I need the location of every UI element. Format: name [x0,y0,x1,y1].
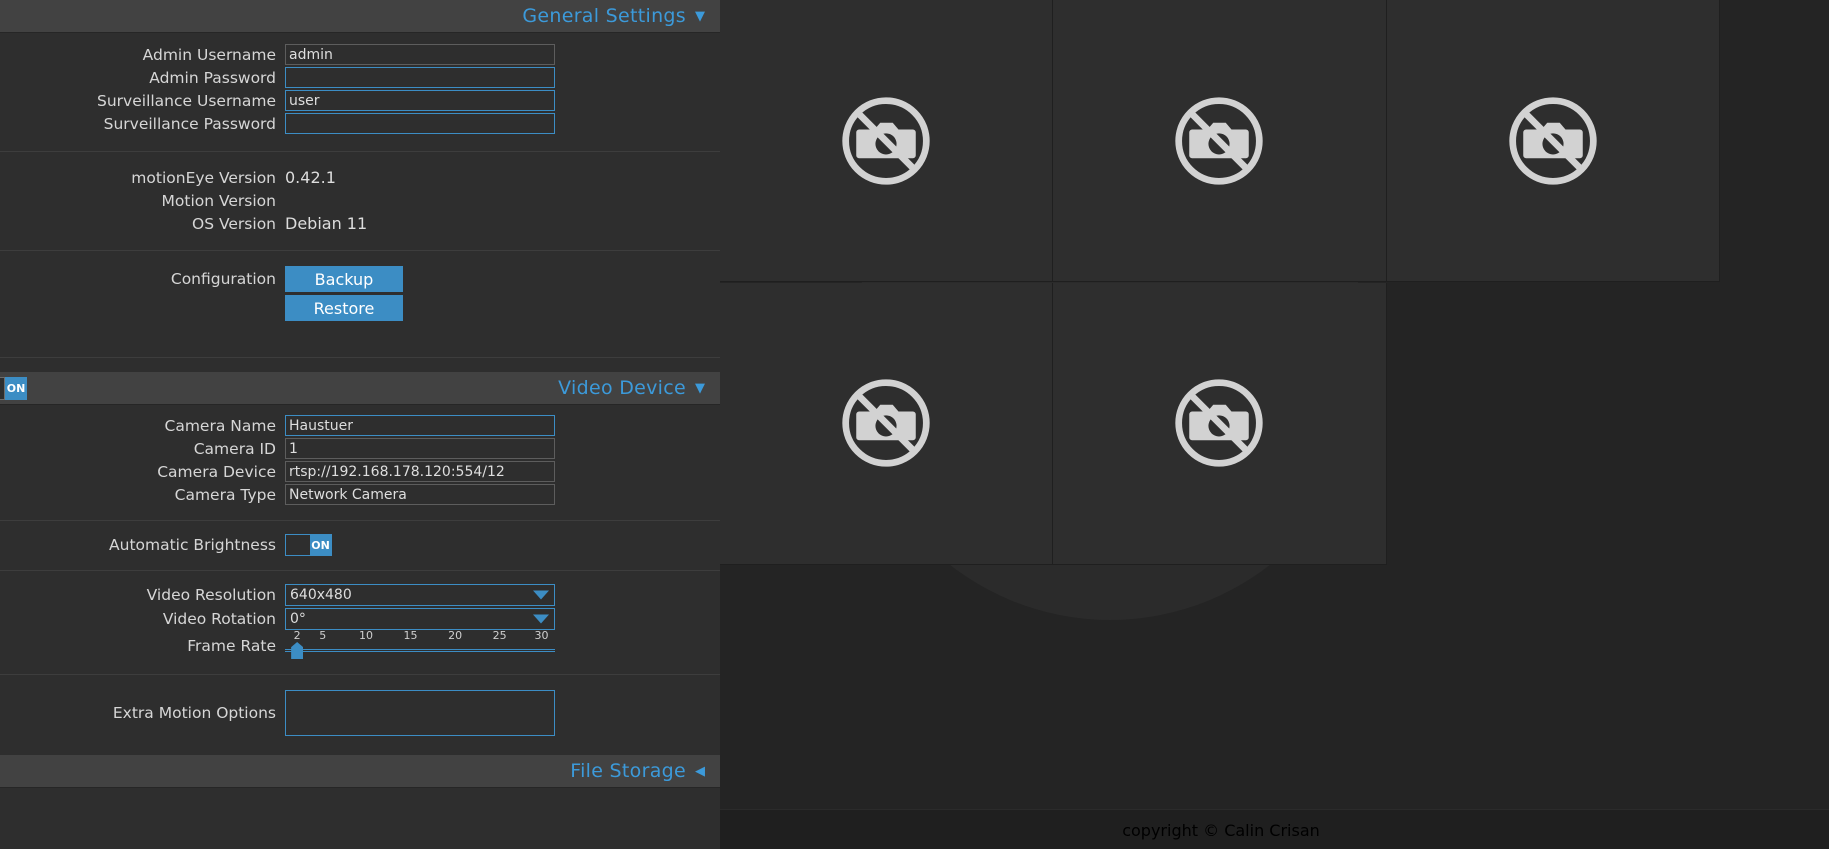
file-storage-header[interactable]: File Storage ◀ [0,755,720,788]
slider-thumb[interactable] [291,642,304,659]
automatic-brightness-label: Automatic Brightness [109,536,276,554]
motioneye-app: copyright © Calin Crisan General Setting… [0,0,1829,849]
camera-cell-4[interactable] [720,282,1054,565]
camera-cell-3[interactable] [1386,0,1720,282]
no-camera-icon [1171,375,1267,471]
video-rotation-label: Video Rotation [162,610,276,628]
camera-id-label: Camera ID [193,439,276,458]
surveillance-username-input[interactable] [285,90,555,111]
tick-label: 5 [319,629,327,642]
camera-device-row: Camera Device [0,460,720,483]
admin-password-input[interactable] [285,67,555,88]
tick-label: 25 [492,629,507,642]
automatic-brightness-state: ON [310,535,331,555]
video-resolution-label: Video Resolution [146,586,276,604]
automatic-brightness-row: Automatic Brightness ON [0,532,720,558]
video-rotation-select[interactable]: 0° [285,608,555,630]
no-camera-icon [838,93,934,189]
video-resolution-row: Video Resolution 640x480 [0,583,720,607]
admin-username-row: Admin Username [0,43,720,66]
slider-track[interactable] [285,649,555,652]
surveillance-username-label: Surveillance Username [97,91,276,110]
frame-rate-label: Frame Rate [187,637,276,655]
configuration-label: Configuration [170,270,276,288]
chevron-down-icon[interactable] [533,614,549,624]
os-version-row: OS Version Debian 11 [0,212,720,235]
camera-type-input[interactable] [285,484,555,505]
os-version-label: OS Version [192,214,276,233]
tick-label: 10 [359,629,373,642]
general-settings-title: General Settings [522,5,686,27]
camera-name-input[interactable] [285,415,555,436]
camera-view-area: copyright © Calin Crisan [720,0,1829,849]
tick-label: 30 [534,629,549,642]
extra-motion-options-label: Extra Motion Options [112,704,276,722]
general-settings-header[interactable]: General Settings ▼ [0,0,720,33]
admin-password-row: Admin Password [0,66,720,89]
general-settings-body: Admin Username Admin Password Surveillan… [0,33,720,372]
video-device-header[interactable]: ON Video Device ▼ [0,372,720,405]
camera-grid [720,0,1720,565]
chevron-down-icon[interactable] [533,590,549,600]
camera-cell-5[interactable] [1053,282,1387,565]
chevron-down-icon[interactable]: ▼ [695,10,705,23]
video-device-body: Camera Name Camera ID Camera Device Came… [0,405,720,755]
surveillance-password-row: Surveillance Password [0,112,720,135]
video-resolution-value: 640x480 [290,587,352,603]
surveillance-username-row: Surveillance Username [0,89,720,112]
restore-button[interactable]: Restore [285,295,403,321]
camera-id-input[interactable] [285,438,555,459]
backup-button[interactable]: Backup [285,266,403,292]
surveillance-password-input[interactable] [285,113,555,134]
admin-username-label: Admin Username [142,45,276,64]
video-resolution-select[interactable]: 640x480 [285,584,555,606]
motion-version-row: Motion Version [0,189,720,212]
toggle-knob [286,535,310,555]
no-camera-icon [1171,93,1267,189]
extra-motion-options-textarea[interactable] [285,690,555,736]
camera-cell-1[interactable] [720,0,1054,282]
tick-label: 15 [403,629,418,642]
chevron-left-icon[interactable]: ◀ [695,765,705,778]
frame-rate-slider[interactable]: 2 5 10 15 20 25 30 [285,629,555,661]
frame-rate-row: Frame Rate 2 5 10 15 20 25 30 [0,629,720,661]
motion-version-label: Motion Version [161,191,276,210]
video-device-toggle-state: ON [5,377,27,400]
chevron-down-icon[interactable]: ▼ [695,382,705,395]
camera-cell-6-empty [1386,282,1720,565]
frame-rate-ticks: 2 5 10 15 20 25 30 [285,629,555,643]
tick-label: 2 [293,629,301,642]
file-storage-title: File Storage [570,760,686,782]
motioneye-version-value: 0.42.1 [285,168,336,187]
camera-device-input[interactable] [285,461,555,482]
admin-password-label: Admin Password [149,68,276,87]
video-rotation-row: Video Rotation 0° [0,607,720,631]
video-device-title: Video Device [558,377,686,399]
camera-id-row: Camera ID [0,437,720,460]
camera-cell-2[interactable] [1053,0,1387,282]
no-camera-icon [838,375,934,471]
copyright-text: copyright © Calin Crisan [1122,820,1320,840]
settings-panel: General Settings ▼ Admin Username Admin … [0,0,720,849]
footer-bar: copyright © Calin Crisan [720,809,1829,849]
automatic-brightness-toggle[interactable]: ON [285,534,332,556]
os-version-value: Debian 11 [285,214,368,233]
surveillance-password-label: Surveillance Password [103,114,276,133]
camera-name-label: Camera Name [164,416,276,435]
no-camera-icon [1505,93,1601,189]
camera-name-row: Camera Name [0,414,720,437]
video-device-enable-toggle[interactable]: ON [0,377,27,400]
admin-username-input[interactable] [285,44,555,65]
camera-type-row: Camera Type [0,483,720,506]
motioneye-version-row: motionEye Version 0.42.1 [0,166,720,189]
configuration-backup-row: Configuration Backup [0,265,720,293]
configuration-restore-row: Restore [0,293,720,323]
camera-type-label: Camera Type [174,485,276,504]
camera-device-label: Camera Device [157,462,276,481]
tick-label: 20 [448,629,463,642]
extra-motion-options-row: Extra Motion Options [0,687,720,739]
motioneye-version-label: motionEye Version [131,168,276,187]
video-rotation-value: 0° [290,611,306,627]
